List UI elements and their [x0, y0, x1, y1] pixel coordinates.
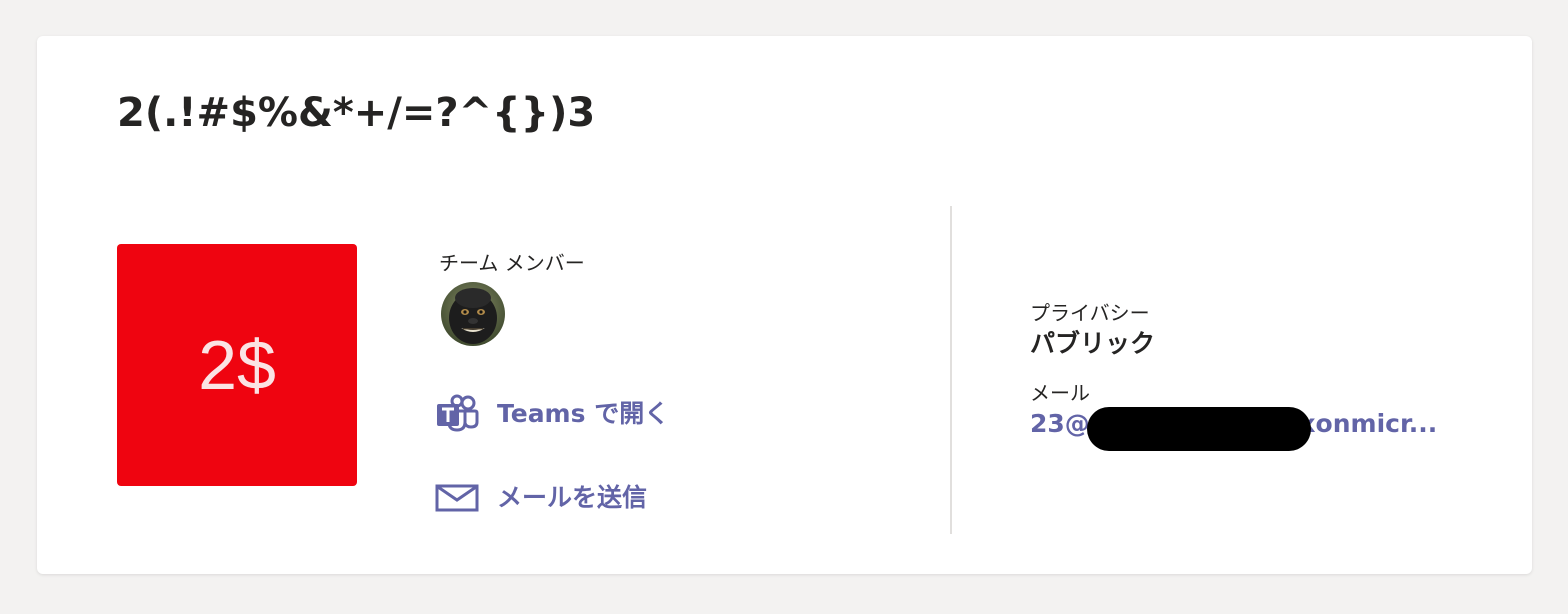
- member-avatar[interactable]: [441, 282, 505, 346]
- group-tile-initials: 2$: [198, 326, 276, 404]
- teams-icon: [435, 394, 479, 434]
- redaction-mark: [1087, 407, 1311, 451]
- open-in-teams-button[interactable]: Teams で開く: [435, 394, 669, 434]
- send-mail-button[interactable]: メールを送信: [435, 478, 647, 518]
- email-label: メール: [1030, 381, 1090, 405]
- group-title: 2(.!#$%&*+/=?^{})3: [117, 90, 596, 136]
- team-members-label: チーム メンバー: [439, 251, 585, 275]
- group-details: プライバシー パブリック メール 23@xxxxxxxxxxxxxxonmicr…: [1030, 299, 1460, 451]
- mail-icon: [435, 478, 479, 518]
- member-avatar-photo: [441, 282, 505, 346]
- open-in-teams-label: Teams で開く: [497, 399, 670, 428]
- privacy-label: プライバシー: [1030, 301, 1150, 325]
- group-tile: 2$: [117, 244, 357, 486]
- group-card: 2(.!#$%&*+/=?^{})3 2$ チーム メンバー Teams で開く…: [37, 36, 1532, 574]
- privacy-value: パブリック: [1030, 329, 1156, 358]
- column-divider: [950, 206, 952, 534]
- send-mail-label: メールを送信: [497, 483, 648, 512]
